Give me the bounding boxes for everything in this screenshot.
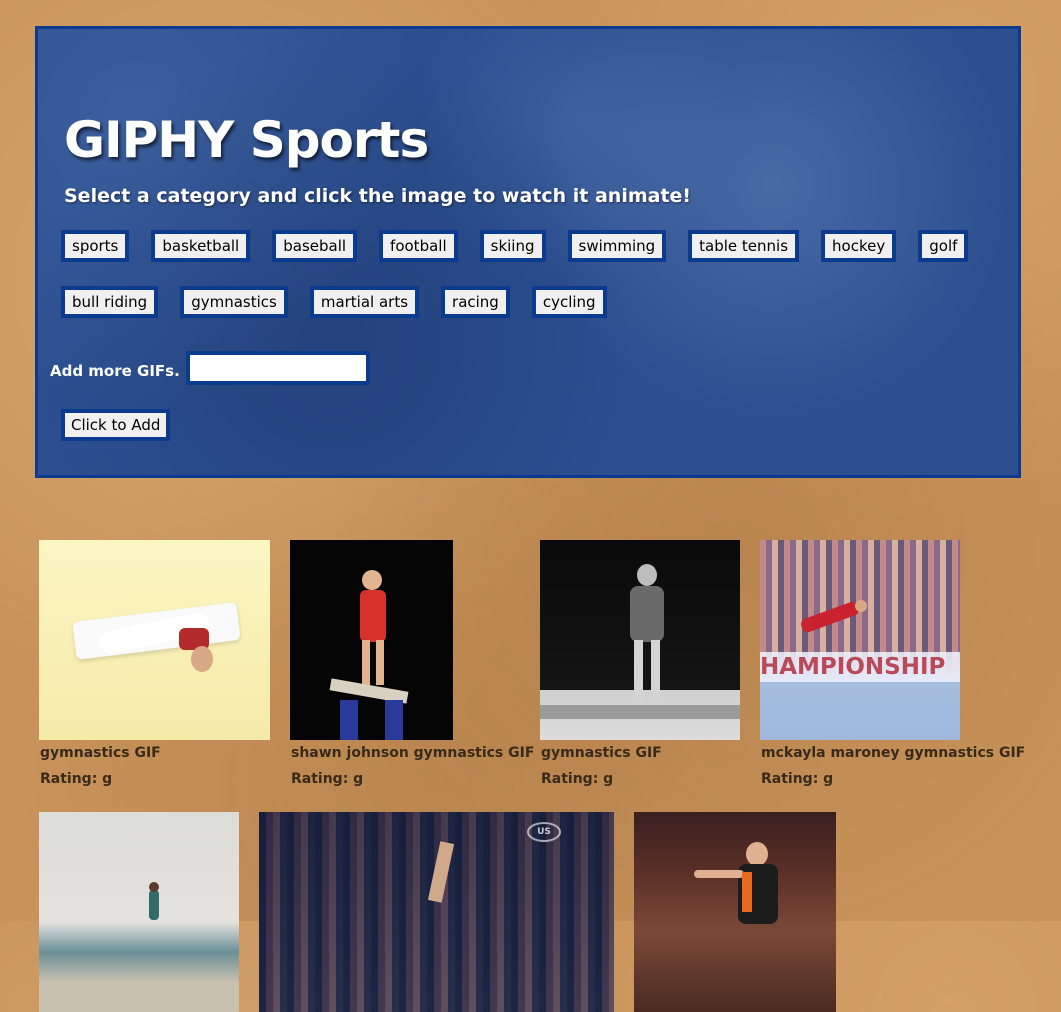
gif-rating: Rating: g <box>761 771 834 787</box>
category-button-swimming[interactable]: swimming <box>567 230 667 262</box>
add-category-input[interactable] <box>186 351 370 385</box>
gif-rating: Rating: g <box>291 771 364 787</box>
category-button-football[interactable]: football <box>379 230 458 262</box>
gif-image[interactable]: HAMPIONSHIP <box>760 540 960 740</box>
gif-title: shawn johnson gymnastics GIF <box>291 745 535 761</box>
page-subtitle: Select a category and click the image to… <box>64 185 692 207</box>
category-buttons-row-1: sports basketball baseball football skii… <box>61 230 990 262</box>
category-button-racing[interactable]: racing <box>441 286 510 318</box>
category-button-table-tennis[interactable]: table tennis <box>688 230 800 262</box>
gif-image[interactable] <box>634 812 836 1012</box>
category-button-hockey[interactable]: hockey <box>821 230 897 262</box>
gif-image[interactable] <box>39 812 239 1012</box>
category-buttons-row-2: bull riding gymnastics martial arts raci… <box>61 286 629 318</box>
category-button-gymnastics[interactable]: gymnastics <box>180 286 288 318</box>
category-button-skiing[interactable]: skiing <box>479 230 546 262</box>
gif-image[interactable]: US <box>259 812 614 1012</box>
gif-title: gymnastics GIF <box>541 745 662 761</box>
category-button-baseball[interactable]: baseball <box>272 230 358 262</box>
category-button-cycling[interactable]: cycling <box>531 286 607 318</box>
gif-rating: Rating: g <box>40 771 113 787</box>
gif-image[interactable] <box>540 540 740 740</box>
gif-title: mckayla maroney gymnastics GIF <box>761 745 1026 761</box>
category-button-basketball[interactable]: basketball <box>151 230 251 262</box>
category-button-martial-arts[interactable]: martial arts <box>309 286 420 318</box>
category-button-bull-riding[interactable]: bull riding <box>61 286 159 318</box>
arena-banner-text: HAMPIONSHIP <box>760 654 946 680</box>
gif-title: gymnastics GIF <box>40 745 161 761</box>
add-gifs-label: Add more GIFs. <box>50 362 180 380</box>
category-button-sports[interactable]: sports <box>61 230 130 262</box>
gif-rating: Rating: g <box>541 771 614 787</box>
gif-image[interactable] <box>39 540 270 740</box>
gif-image[interactable] <box>290 540 453 740</box>
page-title: GIPHY Sports <box>64 111 429 169</box>
header-jumbotron: GIPHY Sports Select a category and click… <box>35 26 1021 478</box>
watermark-text: US <box>527 822 561 842</box>
click-to-add-button[interactable]: Click to Add <box>61 409 171 441</box>
category-button-golf[interactable]: golf <box>918 230 969 262</box>
